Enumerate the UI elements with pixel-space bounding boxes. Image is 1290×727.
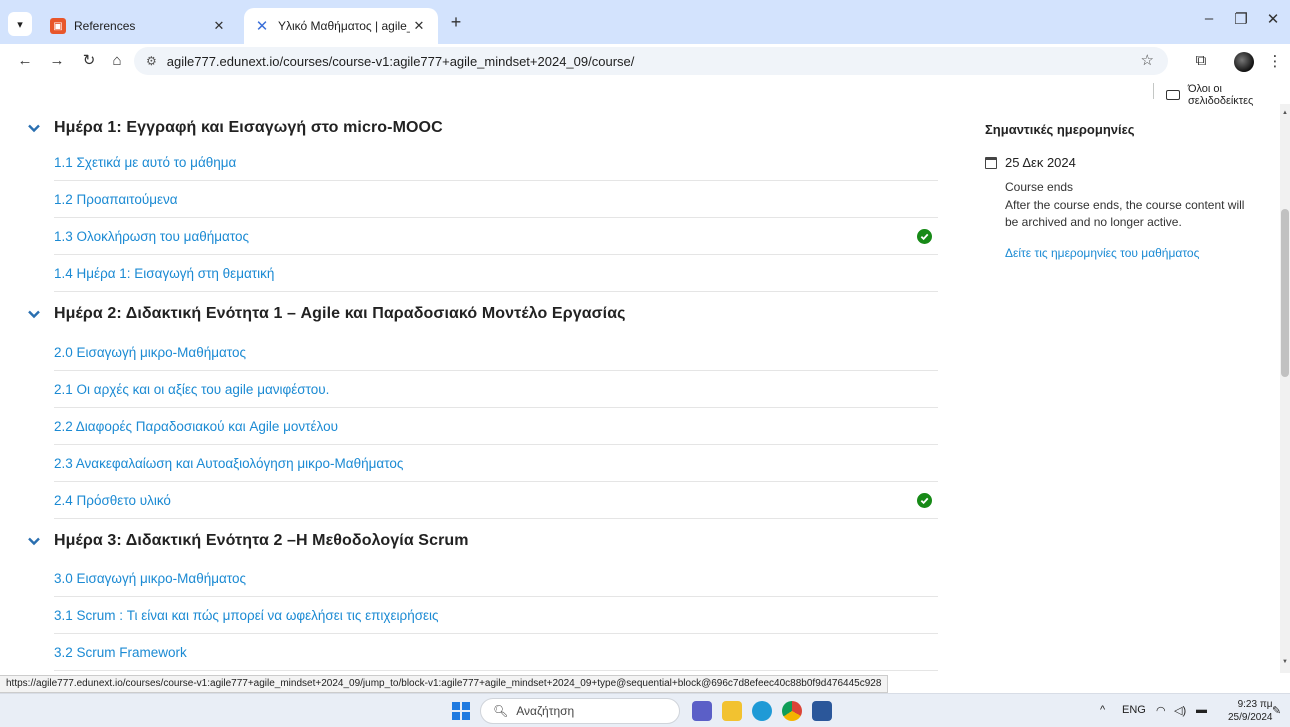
outline-section-day-1: Ημέρα 1: Εγγραφή και Εισαγωγή στο micro-… <box>28 109 938 147</box>
view-course-dates-link[interactable]: Δείτε τις ημερομηνίες του μαθήματος <box>1005 246 1199 260</box>
unit-link[interactable]: 3.1 Scrum : Τι είναι και πώς μπορεί να ω… <box>54 608 439 623</box>
edge-icon[interactable] <box>752 701 772 721</box>
taskbar-clock[interactable]: 9:23 πμ 25/9/2024 <box>1228 698 1273 724</box>
close-tab-icon[interactable]: ✕ <box>210 18 228 34</box>
language-indicator[interactable]: ENG <box>1122 704 1146 716</box>
battery-icon[interactable]: ▬ <box>1196 704 1207 716</box>
list-item: 2.0 Εισαγωγή μικρο-Μαθήματος <box>54 334 938 371</box>
windows-start-icon[interactable] <box>452 702 470 720</box>
back-icon[interactable]: ← <box>14 50 36 72</box>
bookmarks-bar: Όλοι οι σελιδοδείκτες <box>0 78 1290 107</box>
address-bar[interactable]: ⚙ ☆ <box>134 47 1168 75</box>
date-type: Course ends <box>1005 180 1074 194</box>
tab-strip: ▾ ▣ References ✕ ✕ Υλικό Μαθήματος | agi… <box>0 0 1290 44</box>
tab-references[interactable]: ▣ References ✕ <box>40 8 238 44</box>
edunext-favicon-icon: ✕ <box>255 18 269 35</box>
list-item: 2.4 Πρόσθετο υλικό <box>54 482 938 519</box>
wifi-icon[interactable]: ◠ <box>1156 704 1166 717</box>
bookmark-star-icon[interactable]: ☆ <box>1141 51 1154 69</box>
menu-kebab-icon[interactable]: ⋮ <box>1264 52 1286 70</box>
tab-title: Υλικό Μαθήματος | agile_mind <box>278 19 410 33</box>
reload-icon[interactable]: ↻ <box>78 50 100 72</box>
list-item: 2.2 Διαφορές Παραδοσιακού και Agile μοντ… <box>54 408 938 445</box>
unit-link[interactable]: 2.1 Οι αρχές και οι αξίες του agile μανι… <box>54 382 329 397</box>
close-window-icon[interactable]: ✕ <box>1258 10 1288 28</box>
calendar-icon <box>985 156 997 169</box>
chevron-down-icon[interactable] <box>28 308 54 320</box>
unit-link[interactable]: 1.3 Ολοκλήρωση του μαθήματος <box>54 229 249 244</box>
chrome-icon[interactable] <box>782 701 802 721</box>
section-title: Ημέρα 1: Εγγραφή και Εισαγωγή στο micro-… <box>54 119 443 136</box>
teams-icon[interactable] <box>692 701 712 721</box>
browser-toolbar: ← → ↻ ⌂ ⚙ ☆ ⧉ ⋮ <box>0 44 1290 78</box>
tab-course-material[interactable]: ✕ Υλικό Μαθήματος | agile_mind ✕ <box>244 8 438 44</box>
minimize-icon[interactable]: – <box>1194 10 1224 27</box>
outline-section-day-2: Ημέρα 2: Διδακτική Ενότητα 1 – Agile και… <box>28 295 938 333</box>
extensions-icon[interactable]: ⧉ <box>1190 52 1212 69</box>
unit-link[interactable]: 3.0 Εισαγωγή μικρο-Μαθήματος <box>54 571 246 586</box>
list-item: 3.0 Εισαγωγή μικρο-Μαθήματος <box>54 560 938 597</box>
forward-icon[interactable]: → <box>46 50 68 72</box>
chevron-up-icon[interactable]: ^ <box>1100 704 1105 716</box>
unit-link[interactable]: 1.1 Σχετικά με αυτό το μάθημα <box>54 155 236 170</box>
scroll-down-icon[interactable]: ▼ <box>1282 659 1288 665</box>
page-scrollbar[interactable]: ▲ ▼ <box>1280 104 1290 673</box>
restore-icon[interactable]: ❐ <box>1226 10 1256 28</box>
date-value: 25 Δεκ 2024 <box>1005 155 1076 170</box>
unit-link[interactable]: 1.4 Ημέρα 1: Εισαγωγή στη θεματική <box>54 266 274 281</box>
scroll-up-icon[interactable]: ▲ <box>1282 110 1288 116</box>
section-header[interactable]: Ημέρα 1: Εγγραφή και Εισαγωγή στο micro-… <box>28 109 938 147</box>
tab-search-chevron-icon[interactable]: ▾ <box>8 12 32 36</box>
unit-link[interactable]: 3.2 Scrum Framework <box>54 645 187 660</box>
link-status-url: https://agile777.edunext.io/courses/cour… <box>0 675 889 693</box>
notifications-icon[interactable]: ✎ <box>1272 704 1281 717</box>
unit-link[interactable]: 1.2 Προαπαιτούμενα <box>54 192 178 207</box>
search-placeholder: Αναζήτηση <box>516 704 575 718</box>
unit-link[interactable]: 2.3 Ανακεφαλαίωση και Αυτοαξιολόγηση μικ… <box>54 456 403 471</box>
unit-link[interactable]: 2.4 Πρόσθετο υλικό <box>54 493 171 508</box>
list-item: 2.3 Ανακεφαλαίωση και Αυτοαξιολόγηση μικ… <box>54 445 938 482</box>
list-item: 1.2 Προαπαιτούμενα <box>54 181 938 218</box>
unit-link[interactable]: 2.0 Εισαγωγή μικρο-Μαθήματος <box>54 345 246 360</box>
section-title: Ημέρα 3: Διδακτική Ενότητα 2 –Η Μεθοδολο… <box>54 532 469 549</box>
clock-date: 25/9/2024 <box>1228 712 1273 723</box>
profile-avatar[interactable] <box>1234 52 1254 72</box>
section-title: Ημέρα 2: Διδακτική Ενότητα 1 – Agile και… <box>54 305 626 322</box>
date-row: 25 Δεκ 2024 <box>985 155 1076 170</box>
dates-heading: Σημαντικές ημερομηνίες <box>985 122 1135 137</box>
completed-check-icon <box>917 493 932 508</box>
list-item: 1.4 Ημέρα 1: Εισαγωγή στη θεματική <box>54 255 938 292</box>
section-header[interactable]: Ημέρα 2: Διδακτική Ενότητα 1 – Agile και… <box>28 295 938 333</box>
chevron-down-icon[interactable] <box>28 122 54 134</box>
outline-section-day-3: Ημέρα 3: Διδακτική Ενότητα 2 –Η Μεθοδολο… <box>28 522 938 560</box>
list-item: 2.1 Οι αρχές και οι αξίες του agile μανι… <box>54 371 938 408</box>
file-explorer-icon[interactable] <box>722 701 742 721</box>
chevron-down-icon[interactable] <box>28 535 54 547</box>
word-icon[interactable] <box>812 701 832 721</box>
scrollbar-thumb[interactable] <box>1281 209 1289 377</box>
url-input[interactable] <box>166 53 1117 69</box>
list-item: 3.1 Scrum : Τι είναι και πώς μπορεί να ω… <box>54 597 938 634</box>
volume-icon[interactable]: ◁) <box>1174 704 1186 717</box>
list-item: 3.2 Scrum Framework <box>54 634 938 671</box>
date-description: After the course ends, the course conten… <box>1005 198 1245 229</box>
close-tab-icon[interactable]: ✕ <box>410 18 428 34</box>
tab-title: References <box>74 19 136 33</box>
references-favicon-icon: ▣ <box>50 18 66 34</box>
clock-time: 9:23 πμ <box>1237 699 1273 710</box>
folder-icon <box>1166 90 1180 100</box>
taskbar-search[interactable]: 🔍︎ Αναζήτηση <box>480 698 680 724</box>
course-outline-page: Ημέρα 1: Εγγραφή και Εισαγωγή στο micro-… <box>0 104 1280 673</box>
site-settings-icon[interactable]: ⚙ <box>146 54 157 68</box>
list-item: 1.3 Ολοκλήρωση του μαθήματος <box>54 218 938 255</box>
new-tab-button[interactable]: + <box>444 12 468 34</box>
unit-link[interactable]: 2.2 Διαφορές Παραδοσιακού και Agile μοντ… <box>54 419 338 434</box>
os-taskbar: 🔍︎ Αναζήτηση ^ ENG ◠ ◁) ▬ 9:23 πμ 25/9/2… <box>0 693 1290 727</box>
completed-check-icon <box>917 229 932 244</box>
bookmarks-divider <box>1153 83 1154 99</box>
section-header[interactable]: Ημέρα 3: Διδακτική Ενότητα 2 –Η Μεθοδολο… <box>28 522 938 560</box>
list-item: 1.1 Σχετικά με αυτό το μάθημα <box>54 144 938 181</box>
search-icon: 🔍︎ <box>493 704 509 718</box>
home-icon[interactable]: ⌂ <box>106 50 128 72</box>
